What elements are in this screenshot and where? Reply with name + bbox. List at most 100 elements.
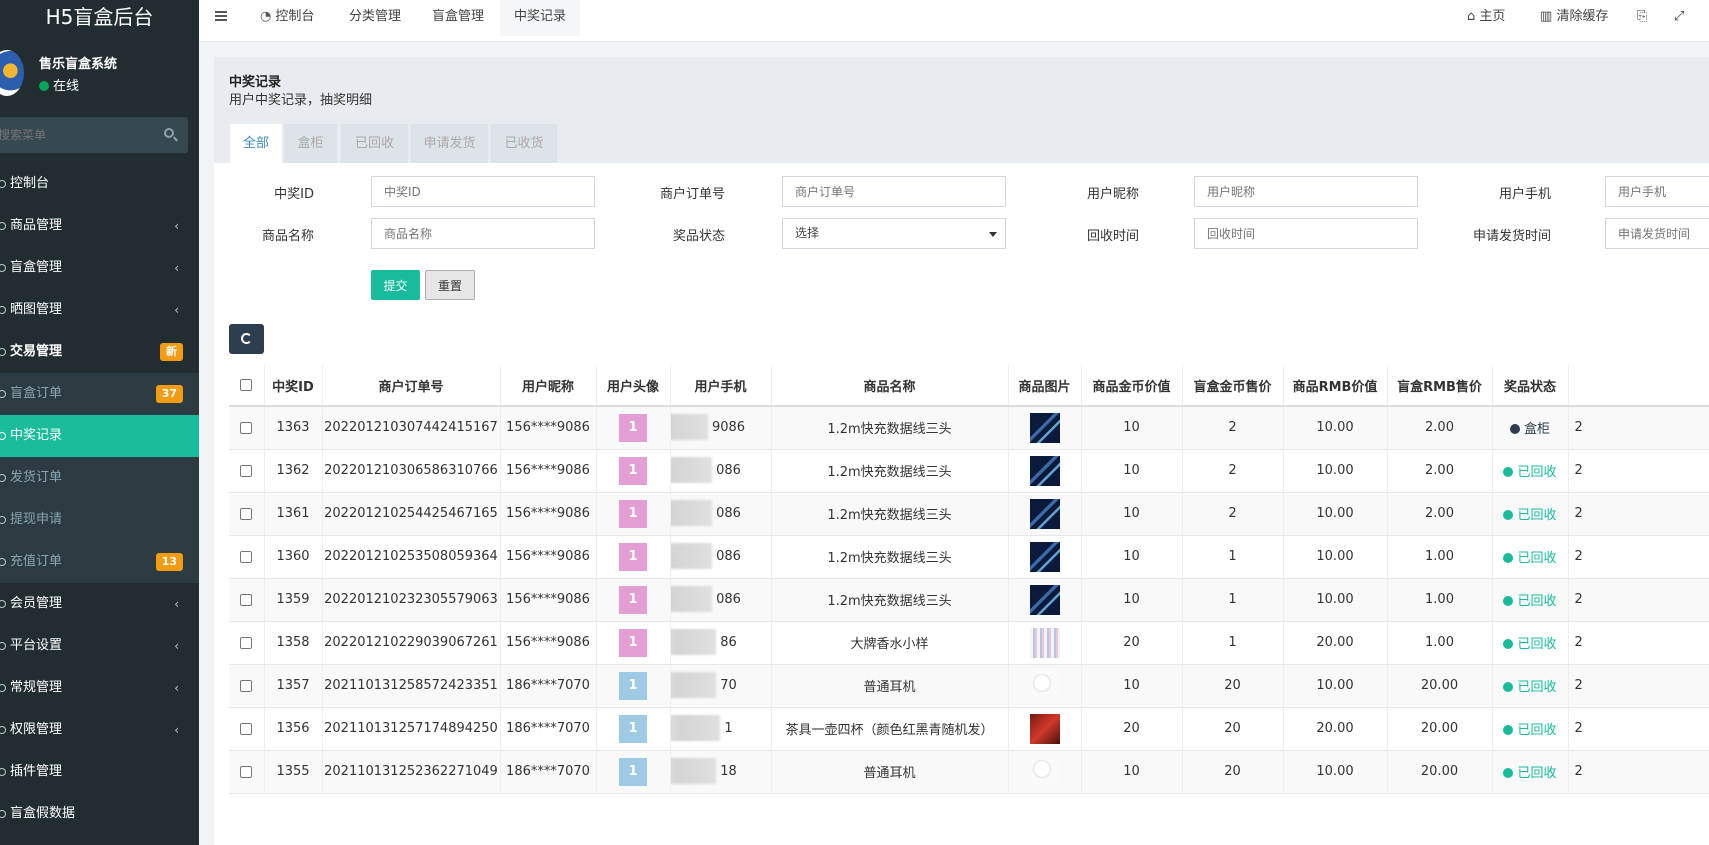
sidebar-item-withdraw[interactable]: 提现申请 [0,499,199,541]
goods-thumbnail[interactable] [1029,455,1060,486]
row-checkbox[interactable] [240,593,253,606]
goods-thumbnail[interactable] [1029,756,1060,787]
app-logo[interactable]: H5盲盒后台 [0,0,199,36]
sidebar-item-dashboard[interactable]: 控制台 [0,163,199,205]
count-badge: 37 [155,385,183,403]
translate-icon[interactable]: ⎘ [1637,0,1647,36]
prize-status-select[interactable]: 选择 [782,218,1006,249]
avatar[interactable]: 1 [619,628,647,657]
sidebar-item-goods[interactable]: 商品管理 ‹ [0,205,199,247]
table-row[interactable]: 1360 202201210253508059364 156****9086 1 086… [229,535,1709,579]
row-checkbox[interactable] [240,679,253,692]
sidebar-item-plugins[interactable]: 插件管理 [0,751,199,793]
award-id-input[interactable] [371,176,595,207]
row-checkbox[interactable] [240,550,253,563]
goods-thumbnail[interactable] [1029,498,1060,529]
table-row[interactable]: 1361 202201210254425467165 156****9086 1 086… [229,492,1709,536]
row-checkbox[interactable] [240,507,253,520]
image-icon [0,306,6,314]
avatar[interactable]: 1 [619,542,647,571]
clear-cache-link[interactable]: ▥ 清除缓存 [1540,0,1608,36]
table-row[interactable]: 1363 202201210307442415167 156****9086 1 908… [229,406,1709,450]
tab-category[interactable]: 分类管理 [335,0,415,36]
tab-dashboard[interactable]: ◔ 控制台 [246,0,328,36]
column-header[interactable]: 用户昵称 [500,365,597,407]
sidebar-item-platform[interactable]: 平台设置 ‹ [0,625,199,667]
row-checkbox[interactable] [240,464,253,477]
avatar[interactable]: 1 [619,585,647,614]
select-all-cell [229,365,265,407]
column-header[interactable]: 商品RMB价值 [1283,365,1388,407]
phone-text: 086 [716,592,741,607]
sidebar-item-fake-data[interactable]: 盲盒假数据 [0,793,199,835]
avatar[interactable]: 1 [619,757,647,786]
sidebar-item-box-orders[interactable]: 盲盒订单 37 [0,373,199,415]
filter-tab-received[interactable]: 已收货 [491,124,557,163]
nickname-input[interactable] [1194,176,1418,207]
table-row[interactable]: 1356 202110131257174894250 186****7070 1 1 茶具… [229,707,1709,751]
avatar[interactable]: 1 [619,456,647,485]
reset-button[interactable]: 重置 [425,270,475,300]
table-row[interactable]: 1359 202201210232305579063 156****9086 1 086… [229,578,1709,622]
goods-thumbnail[interactable] [1029,627,1060,658]
column-header[interactable]: 商品名称 [771,365,1009,407]
column-header[interactable]: 中奖ID [264,365,323,407]
filter-tab-cabinet[interactable]: 盒柜 [284,124,337,163]
sidebar-item-award-records[interactable]: 中奖记录 [0,415,199,457]
goods-image-cell [1008,449,1082,493]
column-header[interactable]: 商品金币价值 [1081,365,1183,407]
table-row[interactable]: 1362 202201210306586310766 156****9086 1 086… [229,449,1709,493]
column-header[interactable]: 盲盒金币售价 [1182,365,1284,407]
sidebar-item-permissions[interactable]: 权限管理 ‹ [0,709,199,751]
select-all-checkbox[interactable] [240,379,253,391]
sidebar-item-delivery[interactable]: 发货订单 [0,457,199,499]
tab-award-records[interactable]: 中奖记录 [500,0,581,36]
row-checkbox[interactable] [240,636,253,649]
goods-thumbnail[interactable] [1029,713,1060,744]
merchant-order-input[interactable] [782,176,1006,207]
column-header[interactable]: 商品图片 [1008,365,1082,407]
table-row[interactable]: 1355 202110131252362271049 186****7070 1 18 普… [229,750,1709,794]
avatar[interactable]: 1 [619,671,647,700]
table-row[interactable]: 1357 202110131258572423351 186****7070 1 70 普… [229,664,1709,708]
row-checkbox[interactable] [240,765,253,778]
tab-blindbox[interactable]: 盲盒管理 [418,0,498,36]
sidebar-item-general[interactable]: 常规管理 ‹ [0,667,199,709]
plugin-icon [0,768,6,776]
avatar[interactable]: 1 [619,413,647,442]
goods-thumbnail[interactable] [1029,541,1060,572]
submit-button[interactable]: 提交 [371,270,420,300]
goods-name-input[interactable] [371,218,595,249]
column-header[interactable]: 奖品状态 [1492,365,1569,407]
menu-toggle-icon[interactable] [215,11,227,21]
avatar[interactable]: 1 [619,714,647,743]
fullscreen-icon[interactable]: ⤢ [1674,0,1684,36]
sidebar-item-members[interactable]: 会员管理 ‹ [0,583,199,625]
filter-tab-recycled[interactable]: 已回收 [341,124,408,163]
refresh-button[interactable] [229,324,264,354]
column-header[interactable]: 用户头像 [596,365,671,407]
column-header[interactable]: 用户手机 [670,365,772,407]
sidebar-item-photos[interactable]: 晒图管理 ‹ [0,289,199,331]
row-checkbox[interactable] [240,421,253,434]
search-icon[interactable] [164,128,174,138]
row-checkbox[interactable] [240,722,253,735]
sidebar-item-trade[interactable]: 交易管理 新 [0,331,199,373]
phone-input[interactable] [1605,176,1709,207]
sidebar-item-blindbox[interactable]: 盲盒管理 ‹ [0,247,199,289]
filter-tab-all[interactable]: 全部 [230,124,282,163]
delivery-time-input[interactable] [1605,218,1709,249]
filter-tab-delivery[interactable]: 申请发货 [411,124,488,163]
table-row[interactable]: 1358 202201210229039067261 156****9086 1 86 大… [229,621,1709,665]
home-link[interactable]: ⌂ 主页 [1467,0,1505,36]
goods-thumbnail[interactable] [1029,584,1060,615]
sidebar-item-recharge[interactable]: 充值订单 13 [0,541,199,583]
recycle-time-input[interactable] [1194,218,1418,249]
goods-image-cell [1008,535,1082,579]
column-header[interactable]: 盲盒RMB售价 [1387,365,1493,407]
avatar[interactable]: 1 [619,499,647,528]
sidebar-search-input[interactable] [0,117,150,153]
column-header[interactable]: 商户订单号 [322,365,501,407]
goods-thumbnail[interactable] [1029,670,1060,701]
goods-thumbnail[interactable] [1029,412,1060,443]
